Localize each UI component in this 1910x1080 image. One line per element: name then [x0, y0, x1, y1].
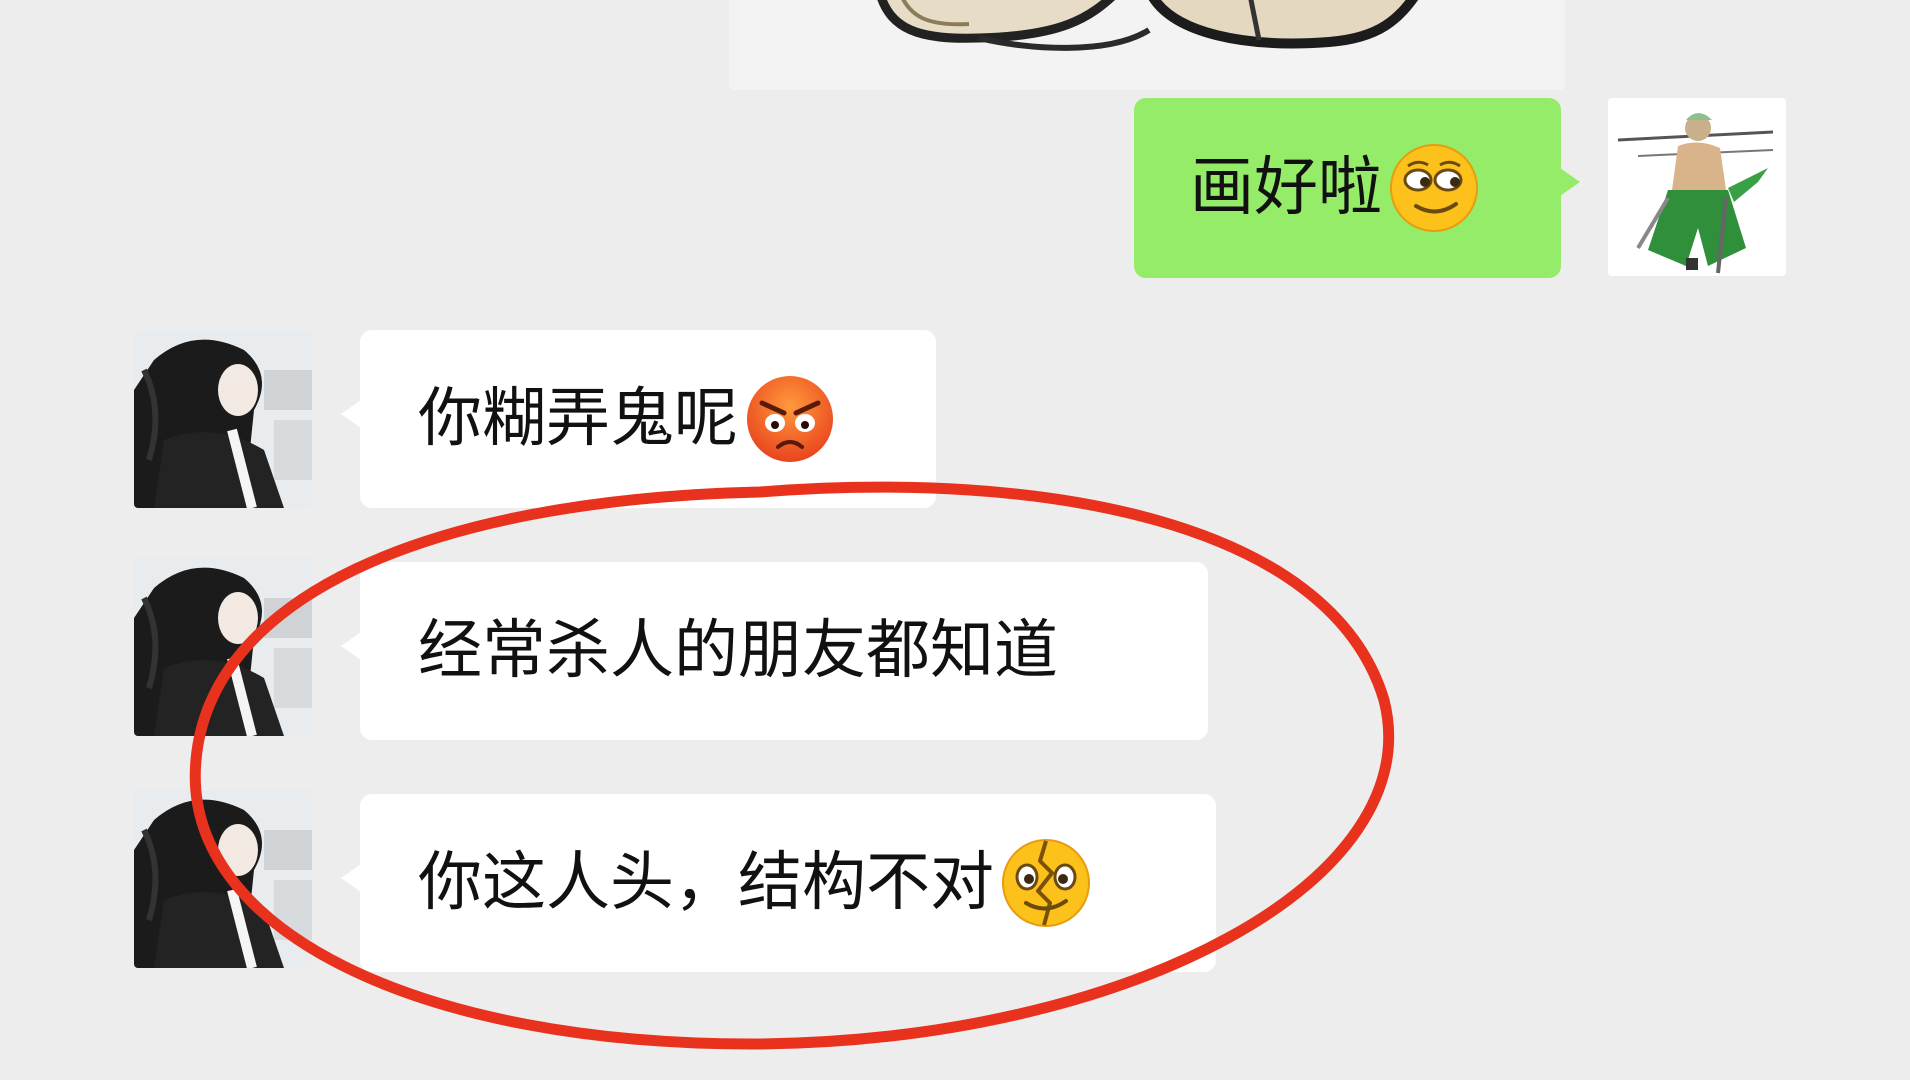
message-bubble-incoming[interactable]: 经常杀人的朋友都知道 [341, 562, 1208, 740]
message-bubble-outgoing[interactable]: 画好啦 [1134, 98, 1580, 278]
message-text: 你这人头，结构不对 [418, 846, 994, 920]
avatar-self[interactable] [1608, 98, 1786, 276]
message-text: 你糊弄鬼呢 [418, 382, 738, 456]
cracked-face-emoji-icon [1000, 837, 1092, 929]
message-bubble-incoming[interactable]: 你这人头，结构不对 [341, 794, 1216, 972]
message-text: 画好啦 [1190, 151, 1382, 225]
chat-window: 画好啦 你糊弄鬼呢 经常杀人的朋友都知道 你这人头，结构不对 [0, 0, 1910, 1080]
avatar-contact[interactable] [134, 558, 312, 736]
drawing-image [729, 0, 1565, 90]
message-bubble-incoming[interactable]: 你糊弄鬼呢 [341, 330, 936, 508]
avatar-contact[interactable] [134, 790, 312, 968]
angry-emoji-icon [744, 373, 836, 465]
avatar-contact[interactable] [134, 330, 312, 508]
smirk-emoji-icon [1388, 142, 1480, 234]
shared-image-message[interactable] [729, 0, 1565, 90]
message-text: 经常杀人的朋友都知道 [418, 614, 1058, 688]
